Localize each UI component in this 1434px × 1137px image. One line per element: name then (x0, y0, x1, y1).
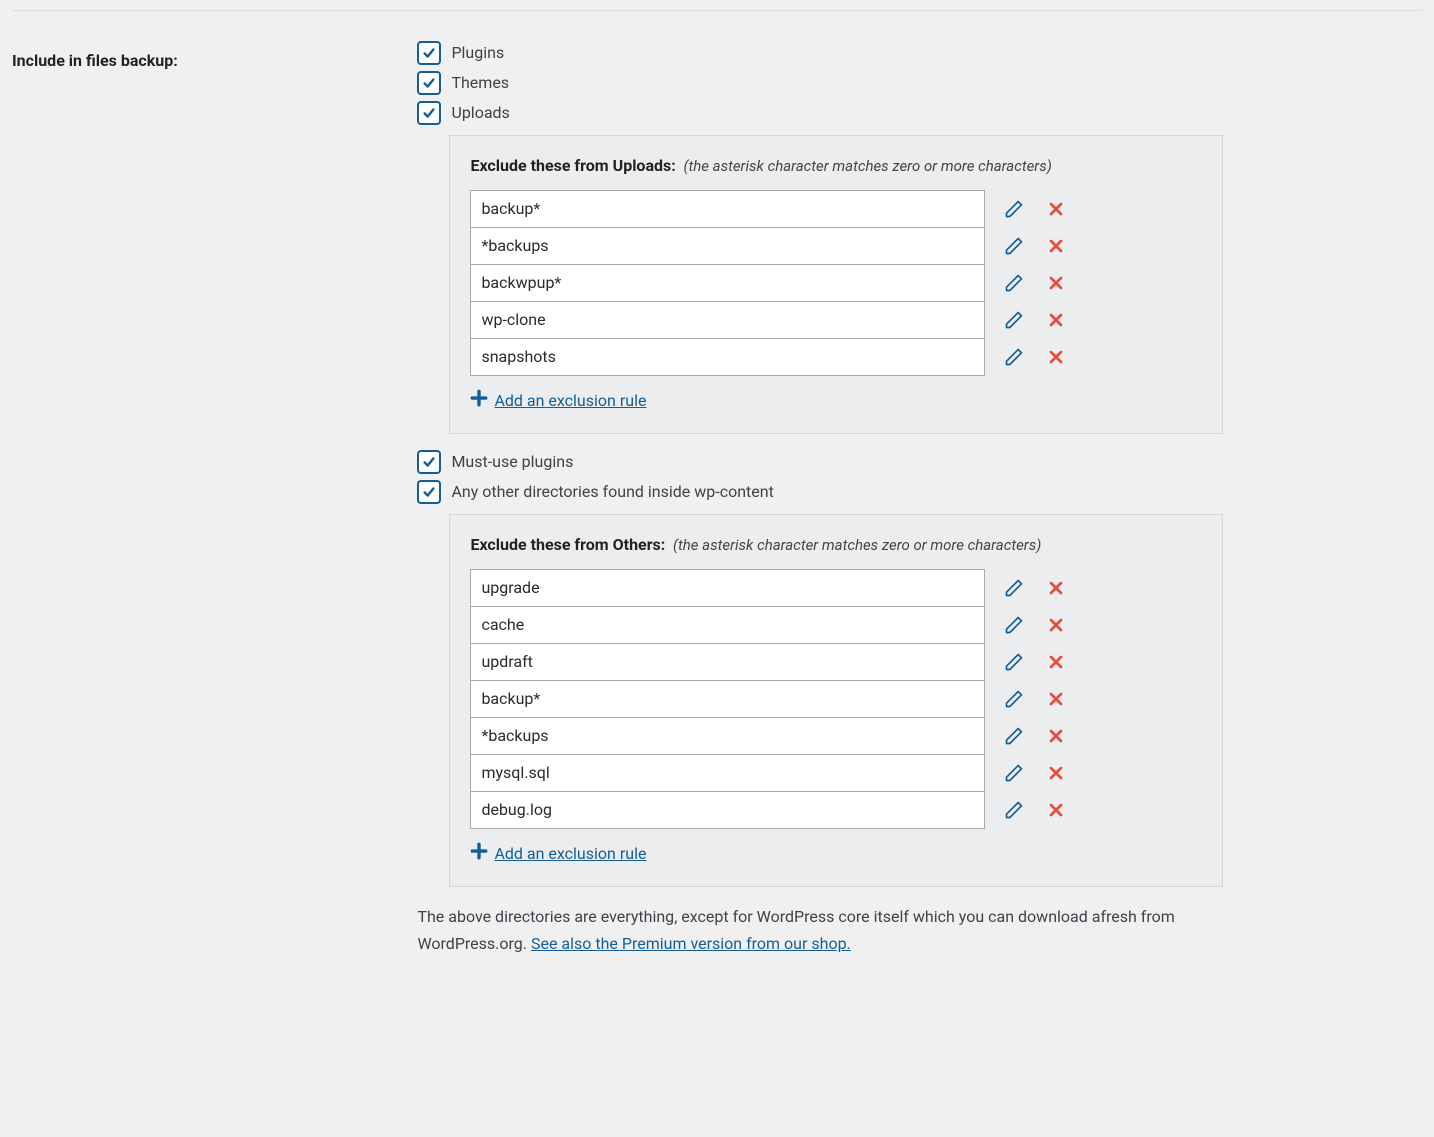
plus-icon (470, 842, 488, 866)
themes-checkbox[interactable] (417, 71, 441, 95)
others-rule-row: debug.log (470, 791, 1202, 829)
others-panel-note: (the asterisk character matches zero or … (673, 536, 1041, 554)
others-rule-input[interactable]: upgrade (470, 569, 985, 607)
others-rule-row: mysql.sql (470, 754, 1202, 792)
delete-icon[interactable] (1043, 649, 1069, 675)
uploads-rule-row: backwpup* (470, 264, 1202, 302)
edit-icon[interactable] (1001, 760, 1027, 786)
uploads-rule-row: snapshots (470, 338, 1202, 376)
uploads-checkbox[interactable] (417, 101, 441, 125)
others-rule-input[interactable]: cache (470, 606, 985, 644)
others-rule-input[interactable]: backup* (470, 680, 985, 718)
uploads-rule-input[interactable]: backup* (470, 190, 985, 228)
edit-icon[interactable] (1001, 233, 1027, 259)
premium-link[interactable]: See also the Premium version from our sh… (531, 934, 851, 953)
muplugins-checkbox[interactable] (417, 450, 441, 474)
others-panel-title: Exclude these from Others: (470, 535, 665, 554)
uploads-rule-row: backup* (470, 190, 1202, 228)
others-rule-row: *backups (470, 717, 1202, 755)
uploads-rule-input[interactable]: wp-clone (470, 301, 985, 339)
others-rule-input[interactable]: debug.log (470, 791, 985, 829)
plugins-checkbox[interactable] (417, 41, 441, 65)
edit-icon[interactable] (1001, 649, 1027, 675)
uploads-rule-input[interactable]: snapshots (470, 338, 985, 376)
footnote: The above directories are everything, ex… (417, 903, 1237, 957)
delete-icon[interactable] (1043, 797, 1069, 823)
delete-icon[interactable] (1043, 196, 1069, 222)
delete-icon[interactable] (1043, 270, 1069, 296)
others-rule-input[interactable]: *backups (470, 717, 985, 755)
divider (12, 10, 1422, 11)
edit-icon[interactable] (1001, 797, 1027, 823)
uploads-add-rule-link[interactable]: Add an exclusion rule (494, 389, 646, 412)
others-rule-input[interactable]: updraft (470, 643, 985, 681)
delete-icon[interactable] (1043, 612, 1069, 638)
uploads-panel-title: Exclude these from Uploads: (470, 156, 675, 175)
delete-icon[interactable] (1043, 686, 1069, 712)
delete-icon[interactable] (1043, 760, 1069, 786)
others-rule-input[interactable]: mysql.sql (470, 754, 985, 792)
delete-icon[interactable] (1043, 344, 1069, 370)
plus-icon (470, 389, 488, 413)
themes-label: Themes (451, 71, 509, 94)
others-rule-row: backup* (470, 680, 1202, 718)
others-add-rule-link[interactable]: Add an exclusion rule (494, 842, 646, 865)
uploads-label: Uploads (451, 101, 509, 124)
edit-icon[interactable] (1001, 575, 1027, 601)
edit-icon[interactable] (1001, 723, 1027, 749)
edit-icon[interactable] (1001, 612, 1027, 638)
edit-icon[interactable] (1001, 686, 1027, 712)
others-rule-row: updraft (470, 643, 1202, 681)
others-checkbox[interactable] (417, 480, 441, 504)
delete-icon[interactable] (1043, 575, 1069, 601)
delete-icon[interactable] (1043, 723, 1069, 749)
edit-icon[interactable] (1001, 196, 1027, 222)
uploads-rule-row: wp-clone (470, 301, 1202, 339)
uploads-rule-row: *backups (470, 227, 1202, 265)
uploads-exclusion-panel: Exclude these from Uploads: (the asteris… (449, 135, 1223, 434)
edit-icon[interactable] (1001, 270, 1027, 296)
muplugins-label: Must-use plugins (451, 450, 573, 473)
uploads-rule-input[interactable]: *backups (470, 227, 985, 265)
section-label: Include in files backup: (12, 35, 417, 961)
plugins-label: Plugins (451, 41, 504, 64)
uploads-panel-note: (the asterisk character matches zero or … (684, 157, 1052, 175)
others-rule-row: cache (470, 606, 1202, 644)
others-exclusion-panel: Exclude these from Others: (the asterisk… (449, 514, 1223, 887)
delete-icon[interactable] (1043, 307, 1069, 333)
uploads-rule-input[interactable]: backwpup* (470, 264, 985, 302)
edit-icon[interactable] (1001, 307, 1027, 333)
edit-icon[interactable] (1001, 344, 1027, 370)
others-label: Any other directories found inside wp-co… (451, 480, 773, 503)
others-rule-row: upgrade (470, 569, 1202, 607)
delete-icon[interactable] (1043, 233, 1069, 259)
